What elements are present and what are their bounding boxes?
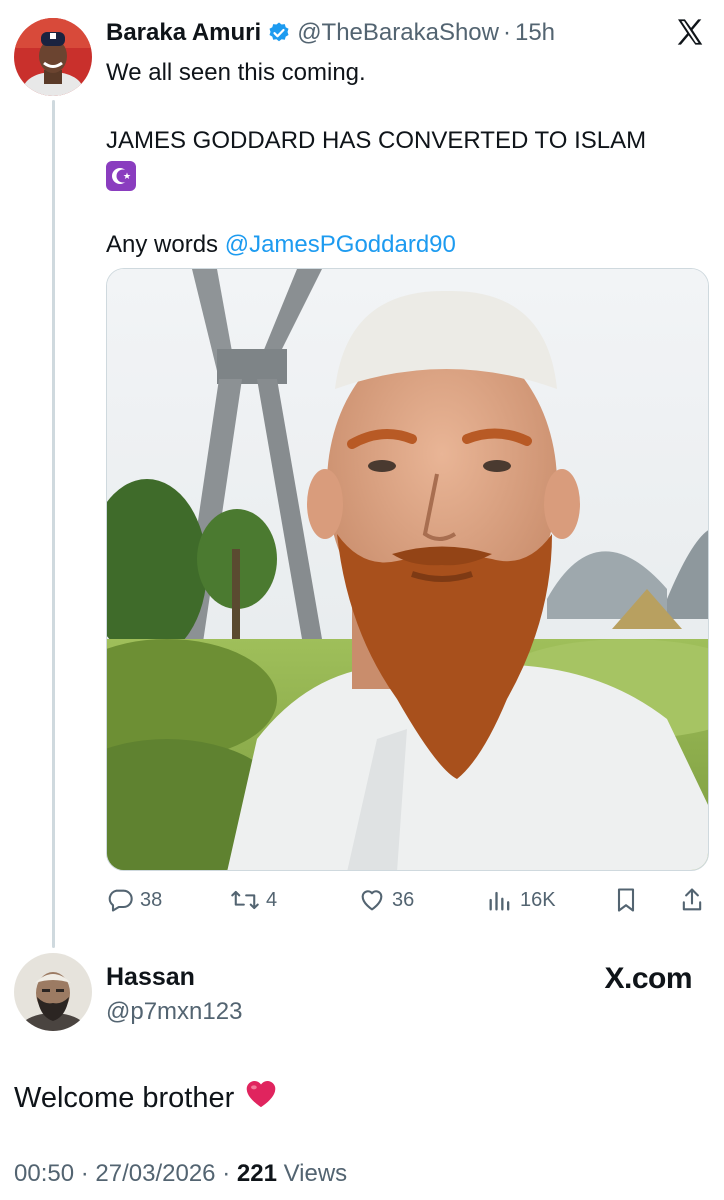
reply-button[interactable]: 38 xyxy=(106,882,162,918)
views-chart-icon xyxy=(489,891,510,911)
share-icon xyxy=(682,888,702,911)
header-separator: · xyxy=(502,19,511,46)
reply-views-label: Views xyxy=(283,1160,348,1187)
reply-body: Welcome brother xyxy=(14,1082,235,1114)
tweet-line-3-prefix: Any words xyxy=(106,231,225,258)
tweet-header: Baraka Amuri @TheBarakaShow · 15h xyxy=(106,17,555,49)
red-heart-emoji xyxy=(244,1077,278,1119)
tweet-actions: 38 4 36 16K xyxy=(106,882,710,918)
mention-link[interactable]: @JamesPGoddard90 xyxy=(225,231,456,258)
author-avatar[interactable] xyxy=(14,18,92,96)
reply-author-handle[interactable]: @p7mxn123 xyxy=(106,996,242,1028)
reply-views-count: 221 xyxy=(236,1160,277,1187)
reply-date[interactable]: 27/03/2026 xyxy=(95,1160,215,1187)
author-handle[interactable]: @TheBarakaShow xyxy=(297,17,499,49)
tweet-text: We all seen this coming. JAMES GODDARD H… xyxy=(106,56,696,262)
thread-connector-line xyxy=(52,100,55,948)
reply-meta: 00:50 · 27/03/2026 · 221 Views xyxy=(14,1160,348,1187)
heart-outline-icon xyxy=(361,890,383,911)
x-logo-icon xyxy=(674,16,706,48)
author-avatar-image xyxy=(14,18,92,96)
reply-time[interactable]: 00:50 xyxy=(14,1160,74,1187)
tweet-time[interactable]: 15h xyxy=(515,17,555,49)
share-button[interactable] xyxy=(678,882,712,918)
reply-icon xyxy=(108,889,133,912)
star-and-crescent-emoji xyxy=(106,160,136,191)
repost-button[interactable]: 4 xyxy=(230,882,277,918)
bookmark-button[interactable] xyxy=(612,882,646,918)
repost-count: 4 xyxy=(266,888,278,911)
x-com-brand: X.com xyxy=(604,962,692,995)
tweet-line-3: Any words @JamesPGoddard90 xyxy=(106,228,696,262)
reply-count: 38 xyxy=(140,888,163,911)
reply-author-name[interactable]: Hassan xyxy=(106,961,195,993)
tweet-line-1: We all seen this coming. xyxy=(106,59,366,86)
reply-text: Welcome brother xyxy=(14,1077,278,1119)
like-count: 36 xyxy=(392,888,415,911)
views-count: 16K xyxy=(520,888,556,911)
bookmark-icon xyxy=(617,888,635,912)
author-name[interactable]: Baraka Amuri xyxy=(106,17,261,49)
like-button[interactable]: 36 xyxy=(358,882,414,918)
tweet-line-2: JAMES GODDARD HAS CONVERTED TO ISLAM xyxy=(106,127,647,154)
reply-avatar-image xyxy=(14,953,92,1031)
repost-icon xyxy=(231,890,259,910)
reply-author-avatar[interactable] xyxy=(14,953,92,1031)
views-button[interactable]: 16K xyxy=(486,882,556,918)
tweet-media-image[interactable] xyxy=(106,268,709,871)
verified-badge-icon xyxy=(267,21,291,45)
